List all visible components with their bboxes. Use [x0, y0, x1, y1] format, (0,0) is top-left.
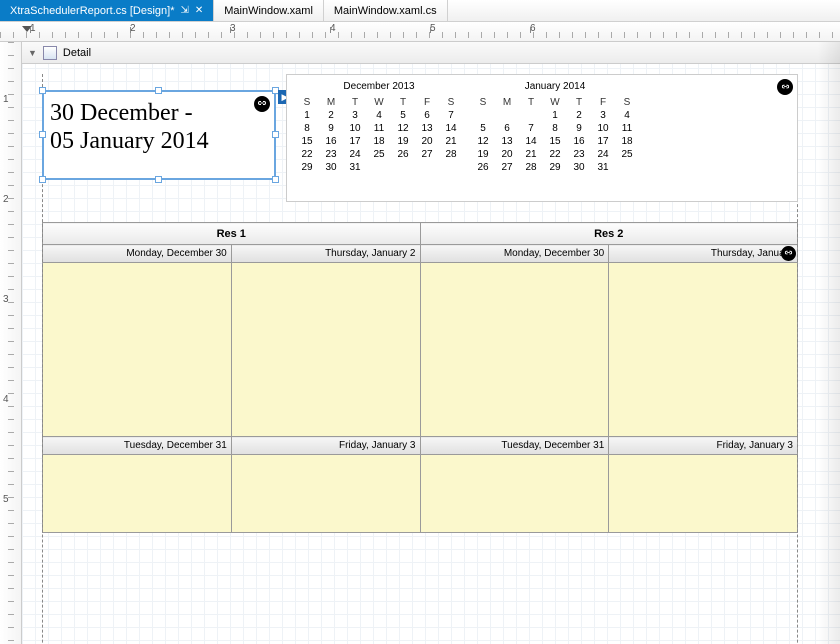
design-surface[interactable]: ▼ Detail 30 December - 05 January 2014: [22, 42, 840, 644]
mini-calendar-jan: January 2014 SMTWTFS12345678910111213141…: [471, 79, 639, 197]
tab-label: MainWindow.xaml.cs: [334, 5, 437, 17]
tab-xtraschedulerreport[interactable]: XtraSchedulerReport.cs [Design]* ⇲ ✕: [0, 0, 214, 21]
tab-mainwindow-xaml-cs[interactable]: MainWindow.xaml.cs: [324, 0, 448, 21]
link-icon[interactable]: [254, 96, 270, 112]
resize-handle[interactable]: [272, 176, 279, 183]
day-cell[interactable]: [609, 263, 798, 437]
day-header: Tuesday, December 31: [420, 437, 609, 455]
schedule-control[interactable]: Res 1 Res 2 Monday, December 30Thursday,…: [42, 222, 798, 533]
calendar-control[interactable]: December 2013 SMTWTFS1234567891011121314…: [286, 74, 798, 202]
tab-mainwindow-xaml[interactable]: MainWindow.xaml: [214, 0, 324, 21]
pin-icon[interactable]: ⇲: [180, 5, 188, 16]
resize-handle[interactable]: [39, 87, 46, 94]
horizontal-ruler: 123456: [0, 22, 840, 42]
mini-calendar-dec: December 2013 SMTWTFS1234567891011121314…: [295, 79, 463, 197]
close-icon[interactable]: ✕: [195, 5, 203, 16]
day-header: Monday, December 30: [420, 245, 609, 263]
collapse-icon[interactable]: ▼: [28, 48, 37, 58]
day-header: Monday, December 30: [43, 245, 232, 263]
day-header: Thursday, January 2: [231, 245, 420, 263]
day-header: Thursday, January: [609, 245, 798, 263]
time-interval-control[interactable]: 30 December - 05 January 2014 ▶: [42, 90, 276, 180]
tab-label: XtraSchedulerReport.cs [Design]*: [10, 5, 174, 17]
calendar-title: January 2014: [471, 79, 639, 96]
band-label: Detail: [63, 47, 91, 59]
link-icon[interactable]: [781, 246, 796, 261]
document-tabs: XtraSchedulerReport.cs [Design]* ⇲ ✕ Mai…: [0, 0, 840, 22]
day-cell[interactable]: [420, 263, 609, 437]
calendar-grid: SMTWTFS123456789101112131415161718192021…: [471, 96, 639, 174]
day-cell[interactable]: [609, 455, 798, 533]
resize-handle[interactable]: [155, 87, 162, 94]
day-cell[interactable]: [231, 263, 420, 437]
resize-handle[interactable]: [155, 176, 162, 183]
day-header: Friday, January 3: [231, 437, 420, 455]
detail-band-icon: [43, 46, 57, 60]
day-header-row: Monday, December 30Thursday, January 2Mo…: [43, 245, 798, 263]
tab-label: MainWindow.xaml: [224, 5, 313, 17]
resize-handle[interactable]: [39, 131, 46, 138]
calendar-title: December 2013: [295, 79, 463, 96]
resource-header: Res 2: [420, 223, 798, 245]
detail-band-header[interactable]: ▼ Detail: [22, 42, 840, 64]
title-line1: 30 December -: [50, 100, 268, 128]
link-icon[interactable]: [777, 79, 793, 95]
calendar-grid: SMTWTFS123456789101112131415161718192021…: [295, 96, 463, 174]
day-cell[interactable]: [43, 263, 232, 437]
day-header: Friday, January 3: [609, 437, 798, 455]
resize-handle[interactable]: [272, 131, 279, 138]
vertical-ruler: 12345: [0, 42, 22, 644]
day-header-row: Tuesday, December 31Friday, January 3Tue…: [43, 437, 798, 455]
resource-header: Res 1: [43, 223, 421, 245]
day-cell[interactable]: [420, 455, 609, 533]
resize-handle[interactable]: [39, 176, 46, 183]
day-cell[interactable]: [43, 455, 232, 533]
day-cell[interactable]: [231, 455, 420, 533]
day-header: Tuesday, December 31: [43, 437, 232, 455]
title-line2: 05 January 2014: [50, 128, 268, 156]
